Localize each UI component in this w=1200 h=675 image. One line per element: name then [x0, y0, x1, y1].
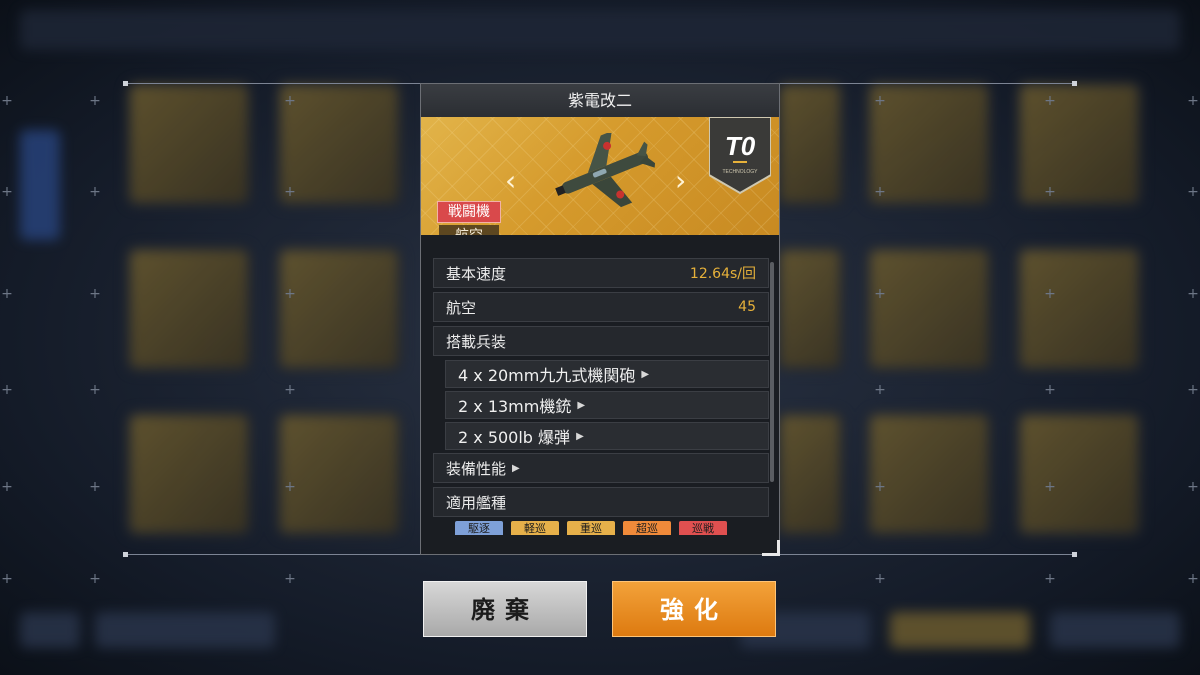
frame-dot	[1072, 81, 1077, 86]
rarity-stars: ★★★★★	[569, 233, 628, 235]
frame-line-bottom-right	[780, 554, 1075, 555]
ship-type-chip: 軽巡	[511, 521, 559, 535]
ship-type-chip: 駆逐	[455, 521, 503, 535]
equip-performance-label: 装備性能	[446, 459, 507, 478]
scrollbar[interactable]	[770, 262, 774, 482]
equipment-name-title: 紫電改二	[421, 84, 779, 118]
tier-badge-text: T0	[725, 131, 756, 161]
enhance-button[interactable]: 強化	[612, 581, 776, 637]
discard-button[interactable]: 廃棄	[423, 581, 587, 637]
armament-item[interactable]: 2 x 500lb 爆弾 ▶	[445, 422, 769, 450]
ship-type-chips: 駆逐 軽巡 重巡 超巡 巡戦	[433, 521, 769, 535]
frame-line-top-left	[125, 83, 420, 84]
ship-type-chip: 重巡	[567, 521, 615, 535]
tier-badge-icon: T0 TECHNOLOGY	[709, 117, 771, 195]
equip-performance-row[interactable]: 装備性能 ▶	[433, 453, 769, 483]
equipment-banner: ‹ › T0 TECHNOLOGY 戦闘機 航空 ★★★★★	[421, 117, 779, 235]
frame-line-bottom-left	[125, 554, 420, 555]
expand-triangle-icon: ▶	[576, 430, 584, 442]
frame-dot	[123, 81, 128, 86]
stat-value: 45	[738, 299, 756, 315]
stat-label: 航空	[446, 298, 477, 317]
ship-type-chip: 超巡	[623, 521, 671, 535]
armament-item[interactable]: 4 x 20mm九九式機関砲 ▶	[445, 360, 769, 388]
frame-dot	[1072, 552, 1077, 557]
prev-arrow-icon[interactable]: ‹	[505, 167, 516, 195]
dialog-corner-accent	[762, 540, 780, 556]
armament-item-label: 4 x 20mm九九式機関砲	[458, 366, 636, 385]
type-tag: 戦闘機	[437, 201, 501, 223]
expand-triangle-icon: ▶	[577, 399, 586, 411]
stat-value: 12.64s/回	[689, 266, 756, 282]
armament-item-label: 2 x 13mm機銃	[458, 397, 572, 416]
stat-row-speed: 基本速度 12.64s/回	[433, 258, 769, 288]
expand-triangle-icon: ▶	[512, 462, 520, 474]
ship-type-chip: 巡戦	[679, 521, 727, 535]
frame-dot	[123, 552, 128, 557]
category-tag: 航空	[439, 225, 499, 235]
expand-triangle-icon: ▶	[641, 368, 650, 380]
fighter-plane-icon	[555, 133, 656, 208]
armament-item-label: 2 x 500lb 爆弾	[458, 428, 571, 447]
stats-list: 基本速度 12.64s/回 航空 45 搭載兵装 4 x 20mm九九式機関砲 ▶…	[433, 258, 769, 535]
tier-badge-subtext: TECHNOLOGY	[722, 169, 758, 175]
equipment-detail-dialog: 紫電改二 ‹ › T0 TECHNOLOGY 戦闘機 航空	[420, 83, 780, 555]
applicable-ships-header: 適用艦種	[433, 487, 769, 517]
stat-label: 基本速度	[446, 264, 507, 283]
applicable-ships-label: 適用艦種	[446, 493, 507, 512]
frame-line-top-right	[780, 83, 1075, 84]
armament-header: 搭載兵装	[433, 326, 769, 356]
armament-item[interactable]: 2 x 13mm機銃 ▶	[445, 391, 769, 419]
armament-header-label: 搭載兵装	[446, 332, 507, 351]
stat-row-aviation: 航空 45	[433, 292, 769, 322]
next-arrow-icon[interactable]: ›	[675, 167, 686, 195]
